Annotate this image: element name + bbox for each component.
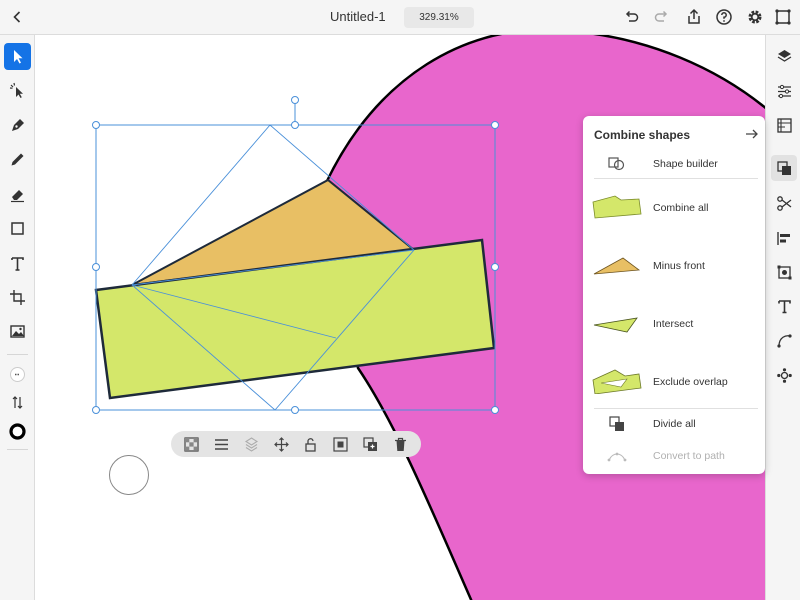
divide-all-option[interactable]: Divide all (583, 414, 765, 434)
resize-handle-bottom-left[interactable] (92, 406, 100, 414)
right-toolbar (765, 35, 800, 600)
resize-handle-top[interactable] (291, 121, 299, 129)
select-icon[interactable] (4, 43, 31, 70)
align-icon[interactable] (771, 225, 797, 251)
repeat-grid-icon[interactable] (771, 362, 797, 388)
rotation-handle[interactable] (291, 96, 299, 104)
layers-icon[interactable] (771, 43, 797, 69)
document-title[interactable]: Untitled-1 (330, 9, 386, 24)
libraries-icon[interactable] (771, 112, 797, 138)
stroke-weight-icon[interactable] (4, 361, 31, 388)
resize-handle-bottom-right[interactable] (491, 406, 499, 414)
resize-handle-left[interactable] (92, 263, 100, 271)
zoom-level-field[interactable]: 329.31% (404, 7, 474, 28)
intersect-option[interactable]: Intersect (583, 304, 765, 344)
swap-icon[interactable] (4, 389, 31, 416)
settings-icon[interactable] (745, 7, 765, 27)
resize-handle-bottom[interactable] (291, 406, 299, 414)
move-icon[interactable] (271, 434, 291, 454)
combine-all-icon (592, 195, 642, 219)
stroke-color-icon[interactable] (4, 418, 31, 445)
plugins-icon[interactable] (773, 7, 793, 27)
rectangle-icon[interactable] (4, 215, 31, 242)
intersect-label: Intersect (653, 318, 694, 330)
scissors-icon[interactable] (771, 190, 797, 216)
exclude-overlap-option[interactable]: Exclude overlap (583, 362, 765, 402)
left-toolbar (0, 35, 35, 600)
type-icon[interactable] (771, 293, 797, 319)
exclude-overlap-label: Exclude overlap (653, 376, 728, 388)
back-icon[interactable] (7, 7, 27, 27)
minus-front-label: Minus front (653, 260, 705, 272)
panel-divider (594, 408, 758, 409)
menu-icon[interactable] (212, 434, 232, 454)
transform-icon[interactable] (4, 284, 31, 311)
combine-shapes-icon[interactable] (771, 155, 797, 181)
convert-to-path-option: Convert to path (583, 446, 765, 466)
properties-icon[interactable] (771, 78, 797, 104)
shape-builder-icon (608, 157, 625, 171)
pencil-icon[interactable] (4, 146, 31, 173)
toolbar-divider (7, 354, 28, 355)
layer-stack-icon[interactable] (241, 434, 261, 454)
convert-to-path-label: Convert to path (653, 450, 725, 462)
share-icon[interactable] (684, 7, 704, 27)
checkerboard-icon[interactable] (182, 434, 202, 454)
minus-front-icon (593, 257, 641, 275)
unlock-icon[interactable] (301, 434, 321, 454)
text-icon[interactable] (4, 250, 31, 277)
minus-front-option[interactable]: Minus front (583, 246, 765, 286)
resize-handle-right[interactable] (491, 263, 499, 271)
eraser-icon[interactable] (4, 181, 31, 208)
convert-to-path-icon (607, 452, 627, 462)
path-icon[interactable] (771, 327, 797, 353)
redo-icon[interactable] (652, 7, 672, 27)
shape-builder-option[interactable]: Shape builder (583, 154, 765, 176)
touch-modifier-button[interactable] (109, 455, 149, 495)
direct-select-icon[interactable] (4, 77, 31, 104)
delete-icon[interactable] (390, 434, 410, 454)
toolbar-divider (7, 449, 28, 450)
combine-shapes-panel: Combine shapes Shape builder Combine all… (583, 116, 765, 474)
combine-all-option[interactable]: Combine all (583, 188, 765, 228)
resize-handle-top-left[interactable] (92, 121, 100, 129)
resize-handle-top-right[interactable] (491, 121, 499, 129)
transform-panel-icon[interactable] (771, 259, 797, 285)
undo-icon[interactable] (621, 7, 641, 27)
top-bar: Untitled-1 329.31% (0, 0, 800, 35)
arrow-right-icon[interactable] (745, 127, 759, 141)
panel-divider (594, 178, 758, 179)
panel-title: Combine shapes (594, 128, 691, 142)
add-layer-icon[interactable] (360, 434, 380, 454)
pen-icon[interactable] (4, 112, 31, 139)
divide-all-icon (609, 416, 624, 431)
arrange-back-icon[interactable] (331, 434, 351, 454)
exclude-overlap-icon (592, 369, 642, 394)
selection-action-bar (171, 431, 421, 457)
help-icon[interactable] (714, 7, 734, 27)
divide-all-label: Divide all (653, 418, 696, 430)
intersect-icon (593, 317, 638, 333)
shape-builder-label: Shape builder (653, 158, 718, 170)
combine-all-label: Combine all (653, 202, 709, 214)
image-icon[interactable] (4, 318, 31, 345)
